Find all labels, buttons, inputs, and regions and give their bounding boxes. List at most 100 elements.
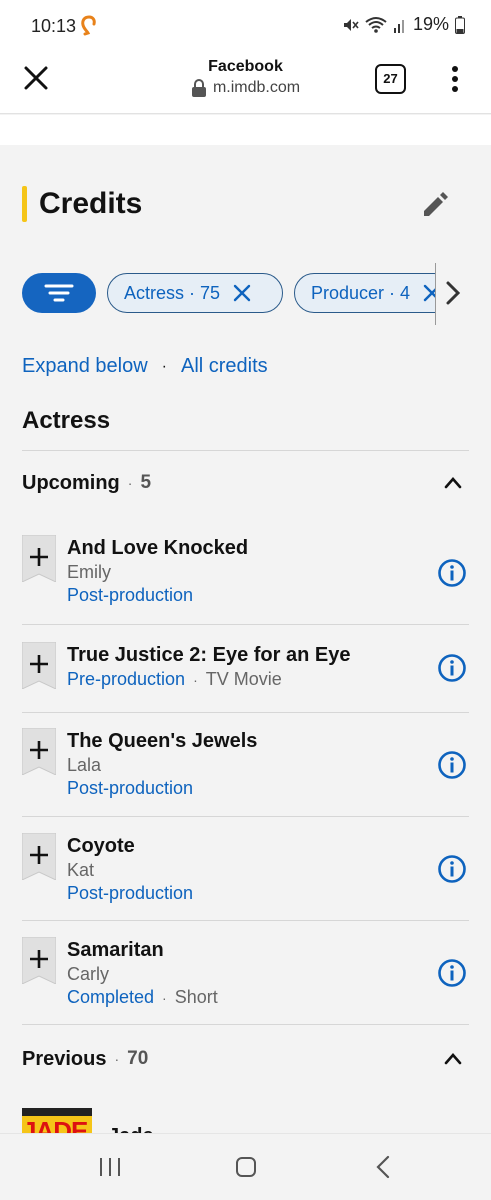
item-status: Post-production (67, 585, 194, 605)
item-text: Coyote Kat Post-production (67, 833, 422, 905)
home-icon[interactable] (235, 1156, 257, 1178)
item-status: Completed (67, 987, 155, 1007)
add-to-watchlist-icon[interactable] (22, 535, 56, 582)
add-to-watchlist-icon[interactable] (22, 728, 56, 775)
chip-producer-label: Producer · 4 (311, 282, 411, 303)
tab-count-button[interactable]: 27 (375, 64, 406, 94)
recent-apps-icon[interactable] (98, 1156, 122, 1178)
upcoming-group-header[interactable]: Upcoming · 5 (22, 468, 469, 498)
more-options-icon[interactable] (445, 64, 465, 94)
section-title-actress: Actress (22, 407, 111, 434)
item-text: The Queen's Jewels Lala Post-production (67, 728, 422, 800)
item-type: TV Movie (205, 669, 282, 689)
remove-filter-icon[interactable] (422, 283, 436, 303)
info-icon[interactable] (437, 653, 467, 683)
add-to-watchlist-icon[interactable] (22, 937, 56, 984)
item-status: Pre-production (67, 669, 186, 689)
item-title[interactable]: Samaritan (67, 937, 422, 963)
item-text: True Justice 2: Eye for an Eye Pre-produ… (67, 642, 422, 692)
previous-group-header[interactable]: Previous · 70 (22, 1044, 469, 1074)
divider (22, 1024, 469, 1025)
group-dot: · (127, 475, 133, 491)
poster-strip (22, 1108, 92, 1116)
signal-icon (393, 19, 404, 33)
chevron-up-icon[interactable] (443, 1050, 463, 1068)
divider (22, 816, 469, 817)
battery-percent: 19% (412, 14, 449, 34)
item-title[interactable]: True Justice 2: Eye for an Eye (67, 642, 422, 668)
info-icon[interactable] (437, 854, 467, 884)
all-credits-link[interactable]: All credits (181, 355, 268, 378)
divider (22, 450, 469, 451)
item-separator: · (193, 672, 198, 688)
previous-title: Previous (22, 1047, 107, 1070)
expand-below-link[interactable]: Expand below (22, 355, 148, 378)
chip-actress-label: Actress · 75 (124, 282, 221, 303)
divider (22, 712, 469, 713)
info-icon[interactable] (437, 558, 467, 588)
status-bar: 10:13 19% (0, 0, 491, 52)
chevron-up-icon[interactable] (443, 474, 463, 492)
info-icon[interactable] (437, 750, 467, 780)
chips-divider (435, 263, 436, 325)
previous-count: 70 (127, 1048, 149, 1069)
filter-chips-row: Actress · 75 Producer · 4 (22, 273, 436, 313)
credits-header: Credits (22, 185, 142, 223)
lock-icon (191, 79, 206, 97)
divider (22, 920, 469, 921)
battery-icon (455, 15, 465, 34)
item-role: Lala (67, 755, 102, 775)
item-type: Short (174, 987, 218, 1007)
item-title[interactable]: And Love Knocked (67, 535, 422, 561)
status-icons: 19% (341, 14, 465, 35)
item-role: Emily (67, 562, 111, 582)
poster-text: JADE (22, 1116, 88, 1133)
notification-icon (81, 15, 96, 36)
remove-filter-icon[interactable] (232, 283, 252, 303)
url-display[interactable]: m.imdb.com (191, 79, 300, 97)
chip-producer[interactable]: Producer · 4 (294, 273, 436, 313)
system-nav-bar (0, 1133, 491, 1200)
item-separator: · (162, 990, 167, 1006)
list-item[interactable]: And Love Knocked Emily Post-production (22, 535, 469, 625)
page-title: Credits (39, 187, 143, 220)
browser-toolbar: Facebook m.imdb.com 27 (0, 52, 491, 114)
credits-links: Expand below · All credits (22, 355, 268, 378)
add-to-watchlist-icon[interactable] (22, 833, 56, 880)
item-status: Post-production (67, 778, 194, 798)
upcoming-count: 5 (140, 472, 152, 493)
info-icon[interactable] (437, 958, 467, 988)
chevron-right-icon[interactable] (442, 279, 464, 307)
item-title[interactable]: Jade (108, 1125, 154, 1133)
page-top-spacer (0, 115, 491, 145)
item-role: Carly (67, 964, 110, 984)
list-item[interactable]: Samaritan Carly Completed · Short (22, 937, 469, 1027)
wifi-icon (365, 16, 387, 33)
item-title[interactable]: Coyote (67, 833, 422, 859)
item-status: Post-production (67, 883, 194, 903)
item-text: Samaritan Carly Completed · Short (67, 937, 422, 1010)
item-role: Kat (67, 860, 95, 880)
credits-section: Credits Actress · 75 Producer · 4 Expand (0, 145, 491, 1133)
upcoming-title: Upcoming (22, 471, 120, 494)
mute-icon (343, 18, 359, 31)
add-to-watchlist-icon[interactable] (22, 642, 56, 689)
filter-icon (44, 284, 74, 302)
movie-poster[interactable]: JADE (22, 1108, 92, 1133)
url-text: m.imdb.com (212, 79, 301, 96)
back-icon[interactable] (374, 1154, 392, 1180)
item-title[interactable]: The Queen's Jewels (67, 728, 422, 754)
item-text: And Love Knocked Emily Post-production (67, 535, 422, 607)
status-time: 10:13 (31, 16, 77, 36)
edit-pencil-icon[interactable] (420, 190, 450, 220)
address-area[interactable]: Facebook m.imdb.com (0, 58, 491, 102)
accent-bar (22, 186, 27, 222)
list-item[interactable]: True Justice 2: Eye for an Eye Pre-produ… (22, 642, 469, 712)
filter-button[interactable] (22, 273, 96, 313)
divider (22, 624, 469, 625)
list-item[interactable]: The Queen's Jewels Lala Post-production (22, 728, 469, 818)
list-item[interactable]: Coyote Kat Post-production (22, 833, 469, 923)
chip-actress[interactable]: Actress · 75 (107, 273, 283, 313)
group-dot: · (114, 1051, 120, 1067)
link-separator: · (161, 357, 167, 375)
